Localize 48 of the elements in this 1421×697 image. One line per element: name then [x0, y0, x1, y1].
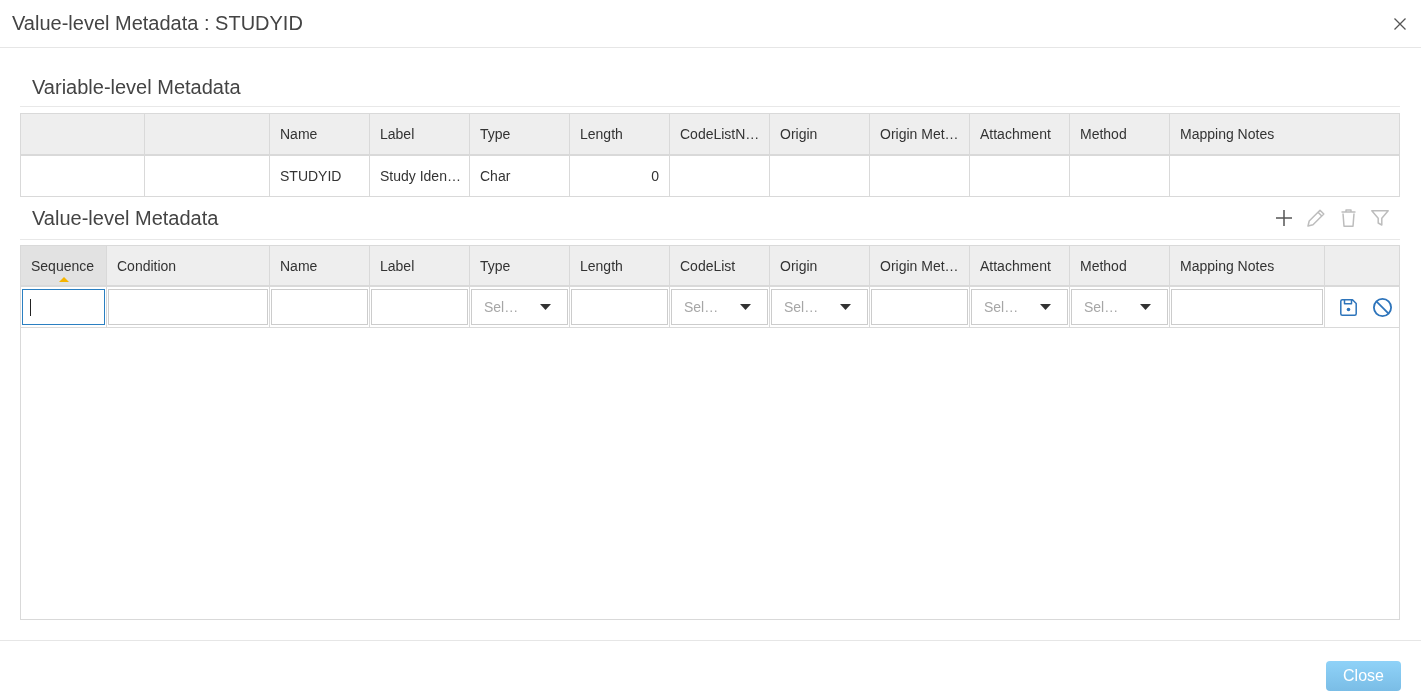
column-header: Origin — [770, 114, 870, 156]
input-field[interactable] — [371, 289, 468, 325]
table-cell: STUDYID — [270, 156, 370, 196]
dialog-title: Value-level Metadata : STUDYID — [12, 12, 303, 35]
column-header: Name — [270, 114, 370, 156]
sort-ascending-icon — [59, 277, 69, 282]
caret-down-icon — [1040, 304, 1051, 310]
column-header[interactable]: Method — [1070, 246, 1170, 287]
column-header[interactable]: Mapping Notes — [1170, 246, 1325, 287]
input-field[interactable] — [571, 289, 668, 325]
column-header: Method — [1070, 114, 1170, 156]
section-title: Variable-level Metadata — [32, 75, 241, 99]
table-cell: 0 — [570, 156, 670, 196]
input-field[interactable] — [22, 289, 105, 325]
column-header[interactable]: Attachment — [970, 246, 1070, 287]
caret-down-icon — [540, 304, 551, 310]
column-header: Length — [570, 114, 670, 156]
table-cell: Study Iden… — [370, 156, 470, 196]
column-header[interactable]: Condition — [107, 246, 270, 287]
caret-down-icon — [740, 304, 751, 310]
column-header[interactable]: Length — [570, 246, 670, 287]
table-cell: Char — [470, 156, 570, 196]
input-field[interactable] — [108, 289, 268, 325]
text-cursor-icon — [30, 299, 31, 316]
column-header: Mapping Notes — [1170, 114, 1399, 156]
section-title: Value-level Metadata — [32, 206, 219, 230]
close-icon[interactable] — [1394, 17, 1406, 30]
input-field[interactable] — [1171, 289, 1323, 325]
caret-down-icon — [840, 304, 851, 310]
floppy-disk-icon[interactable] — [1340, 298, 1357, 316]
column-header[interactable]: Origin Met… — [870, 246, 970, 287]
column-header[interactable]: Name — [270, 246, 370, 287]
plus-icon[interactable] — [1276, 210, 1292, 226]
column-header: Type — [470, 114, 570, 156]
column-header: Label — [370, 114, 470, 156]
caret-down-icon — [1140, 304, 1151, 310]
column-header[interactable]: Label — [370, 246, 470, 287]
column-header: Attachment — [970, 114, 1070, 156]
column-header: Origin Met… — [870, 114, 970, 156]
column-header[interactable]: Sequence — [21, 246, 107, 287]
column-header[interactable] — [1325, 246, 1399, 287]
column-header[interactable]: Origin — [770, 246, 870, 287]
input-field[interactable] — [871, 289, 968, 325]
column-header[interactable]: Type — [470, 246, 570, 287]
input-field[interactable] — [271, 289, 368, 325]
column-header: CodeListN… — [670, 114, 770, 156]
circle-slash-icon[interactable] — [1373, 297, 1392, 317]
column-header[interactable]: CodeList — [670, 246, 770, 287]
